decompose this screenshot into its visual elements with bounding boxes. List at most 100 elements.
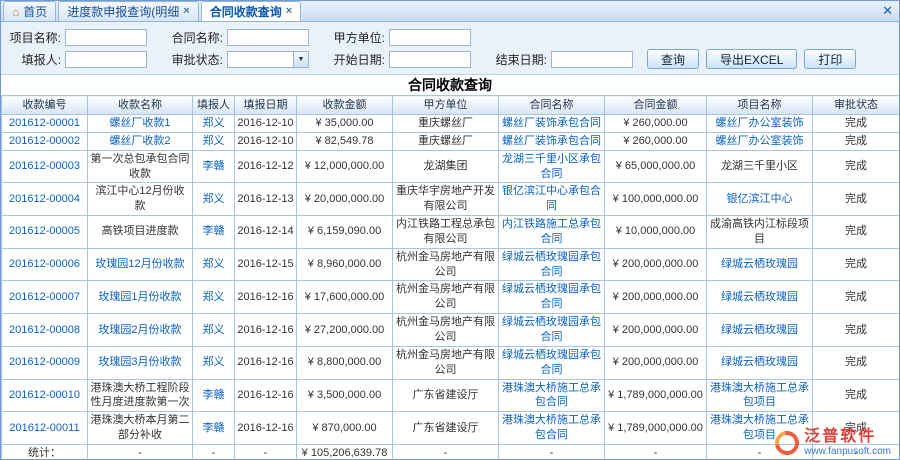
tab-home[interactable]: 首页 (3, 1, 56, 21)
cell-receipt-id: 201612-00001 (2, 115, 88, 133)
receipt-name-link[interactable]: 螺丝厂收款1 (109, 117, 170, 129)
tab-bar: 首页 进度款申报查询(明细 合同收款查询 (1, 1, 899, 22)
column-header-report-date[interactable]: 填报日期 (235, 96, 297, 115)
project-name-link[interactable]: 绿城云栖玫瑰园 (721, 258, 798, 270)
project-name-link[interactable]: 绿城云栖玫瑰园 (721, 356, 798, 368)
receipt-id-link[interactable]: 201612-00008 (9, 324, 80, 336)
client-unit-input[interactable] (389, 29, 471, 46)
contract-name-link[interactable]: 绿城云栖玫瑰园承包合同 (502, 349, 601, 376)
project-name-link[interactable]: 绿城云栖玫瑰园 (721, 291, 798, 303)
close-icon[interactable] (882, 4, 893, 17)
project-name-link[interactable]: 螺丝厂办公室装饰 (716, 117, 804, 129)
column-header-client-unit[interactable]: 甲方单位 (393, 96, 499, 115)
cell-contract-name: 绿城云栖玫瑰园承包合同 (499, 248, 605, 281)
receipt-name-link[interactable]: 玫瑰园2月份收款 (98, 324, 181, 336)
contract-name-link[interactable]: 港珠澳大桥施工总承包合同 (502, 414, 601, 441)
contract-name-link[interactable]: 螺丝厂装饰承包合同 (502, 135, 601, 147)
column-header-contract-name[interactable]: 合同名称 (499, 96, 605, 115)
reporter-link[interactable]: 李赣 (203, 160, 225, 172)
cell-contract-amount: ¥ 200,000,000.00 (605, 346, 707, 379)
project-name-link[interactable]: 港珠澳大桥施工总承包项目 (710, 414, 809, 441)
project-name-link[interactable]: 螺丝厂办公室装饰 (716, 135, 804, 147)
column-header-receipt-id[interactable]: 收款编号 (2, 96, 88, 115)
column-header-approval-status[interactable]: 审批状态 (813, 96, 900, 115)
cell-report-date: 2016-12-12 (235, 150, 297, 183)
end-date-input[interactable] (551, 51, 633, 68)
receipt-id-link[interactable]: 201612-00003 (9, 160, 80, 172)
contract-name-link[interactable]: 螺丝厂装饰承包合同 (502, 117, 601, 129)
receipt-name-link[interactable]: 螺丝厂收款2 (109, 135, 170, 147)
contract-name-link[interactable]: 绿城云栖玫瑰园承包合同 (502, 251, 601, 278)
tab-close-icon[interactable] (183, 6, 189, 17)
receipt-id-link[interactable]: 201612-00009 (9, 356, 80, 368)
reporter-link[interactable]: 郑义 (203, 356, 225, 368)
cell-approval-status: 完成 (813, 281, 900, 314)
reporter-link[interactable]: 郑义 (203, 258, 225, 270)
contract-name-link[interactable]: 港珠澳大桥施工总承包合同 (502, 382, 601, 409)
summary-row: 统计：---¥ 105,206,639.78----- (2, 444, 900, 460)
project-name-input[interactable] (65, 29, 147, 46)
table-row: 201612-00001螺丝厂收款1郑义2016-12-10¥ 35,000.0… (2, 115, 900, 133)
receipt-id-link[interactable]: 201612-00010 (9, 389, 80, 401)
column-header-receipt-name[interactable]: 收款名称 (88, 96, 193, 115)
receipt-name-link[interactable]: 玫瑰园12月份收款 (95, 258, 184, 270)
column-header-reporter[interactable]: 填报人 (193, 96, 235, 115)
contract-name-link[interactable]: 银亿滨江中心承包合同 (502, 185, 601, 212)
receipt-id-link[interactable]: 201612-00004 (9, 193, 80, 205)
reporter-link[interactable]: 郑义 (203, 135, 225, 147)
cell-client-unit: 重庆螺丝厂 (393, 132, 499, 150)
cell-client-unit: 广东省建设厅 (393, 379, 499, 412)
project-name-link[interactable]: 绿城云栖玫瑰园 (721, 324, 798, 336)
project-name-link[interactable]: 港珠澳大桥施工总承包项目 (710, 382, 809, 409)
cell-approval-status: 完成 (813, 379, 900, 412)
receipt-name-link[interactable]: 玫瑰园3月份收款 (98, 356, 181, 368)
reporter-link[interactable]: 郑义 (203, 117, 225, 129)
cell-approval-status: 完成 (813, 248, 900, 281)
cell-report-date: 2016-12-16 (235, 281, 297, 314)
tab-close-icon[interactable] (286, 6, 292, 17)
reporter-link[interactable]: 李赣 (203, 422, 225, 434)
tab-contract-receipt-query[interactable]: 合同收款查询 (201, 1, 301, 21)
reporter-link[interactable]: 郑义 (203, 291, 225, 303)
receipt-id-link[interactable]: 201612-00002 (9, 135, 80, 147)
table-row: 201612-00007玫瑰园1月份收款郑义2016-12-16¥ 17,600… (2, 281, 900, 314)
export-excel-button[interactable]: 导出EXCEL (706, 49, 797, 69)
table-row: 201612-00010港珠澳大桥工程阶段性月度进度款第一次李赣2016-12-… (2, 379, 900, 412)
reporter-input[interactable] (65, 51, 147, 68)
approval-status-select[interactable] (227, 51, 309, 68)
cell-project-name: 绿城云栖玫瑰园 (707, 346, 813, 379)
cell-client-unit: 杭州金马房地产有限公司 (393, 314, 499, 347)
search-button[interactable]: 查询 (647, 49, 699, 69)
receipt-id-link[interactable]: 201612-00011 (9, 422, 79, 434)
column-header-project-name[interactable]: 项目名称 (707, 96, 813, 115)
contract-name-link[interactable]: 内江铁路施工总承包合同 (502, 218, 601, 245)
column-header-receipt-amount[interactable]: 收款金额 (297, 96, 393, 115)
cell-project-name: 绿城云栖玫瑰园 (707, 248, 813, 281)
receipt-name-link[interactable]: 玫瑰园1月份收款 (98, 291, 181, 303)
reporter-link[interactable]: 郑义 (203, 193, 225, 205)
cell-report-date: 2016-12-15 (235, 248, 297, 281)
table-row: 201612-00003第一次总包承包合同收款李赣2016-12-12¥ 12,… (2, 150, 900, 183)
table-row: 201612-00002螺丝厂收款2郑义2016-12-10¥ 82,549.7… (2, 132, 900, 150)
contract-name-input[interactable] (227, 29, 309, 46)
column-header-contract-amount[interactable]: 合同金额 (605, 96, 707, 115)
reporter-link[interactable]: 李赣 (203, 389, 225, 401)
reporter-link[interactable]: 郑义 (203, 324, 225, 336)
cell-project-name: 螺丝厂办公室装饰 (707, 132, 813, 150)
cell-contract-name: 绿城云栖玫瑰园承包合同 (499, 314, 605, 347)
receipt-id-link[interactable]: 201612-00007 (9, 291, 80, 303)
contract-name-link[interactable]: 绿城云栖玫瑰园承包合同 (502, 316, 601, 343)
receipt-id-link[interactable]: 201612-00006 (9, 258, 80, 270)
tab-progress-payment-query[interactable]: 进度款申报查询(明细 (58, 1, 198, 21)
contract-name-link[interactable]: 绿城云栖玫瑰园承包合同 (502, 283, 601, 310)
cell-receipt-amount: ¥ 6,159,090.00 (297, 216, 393, 249)
project-name-link[interactable]: 银亿滨江中心 (727, 193, 793, 205)
print-button[interactable]: 打印 (804, 49, 856, 69)
cell-client-unit: 重庆华宇房地产开发有限公司 (393, 183, 499, 216)
reporter-link[interactable]: 李赣 (203, 225, 225, 237)
receipt-id-link[interactable]: 201612-00001 (9, 117, 80, 129)
summary-cell-contract-name: - (499, 444, 605, 460)
contract-name-link[interactable]: 龙湖三千里小区承包合同 (502, 153, 601, 180)
receipt-id-link[interactable]: 201612-00005 (9, 225, 80, 237)
start-date-input[interactable] (389, 51, 471, 68)
